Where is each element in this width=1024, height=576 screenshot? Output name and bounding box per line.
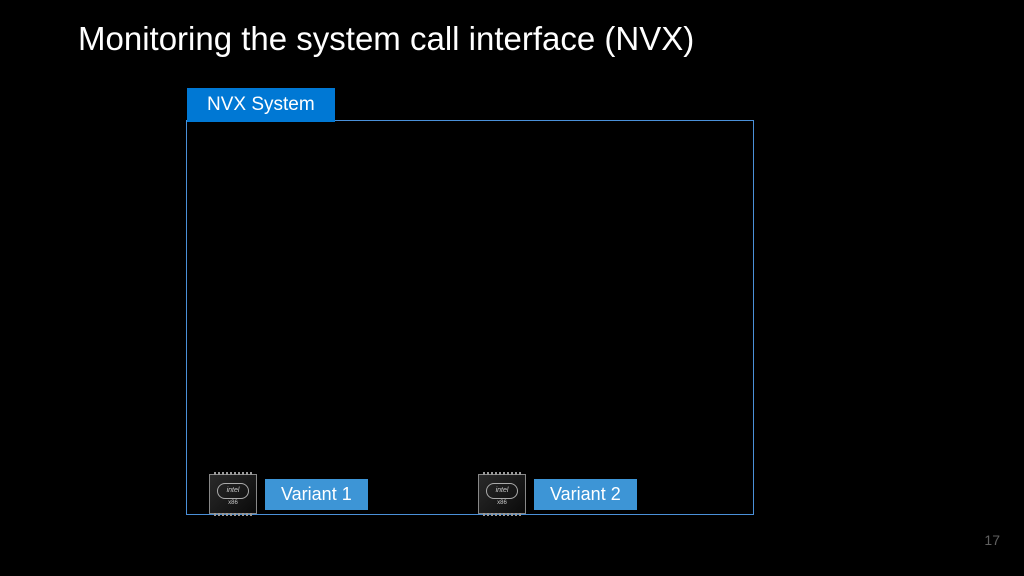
slide-number: 17 (984, 532, 1000, 548)
nvx-system-label: NVX System (187, 88, 335, 122)
variant-group-2: intel x86 Variant 2 (478, 474, 637, 514)
cpu-chip-icon: intel x86 (209, 474, 257, 514)
variant-1-label: Variant 1 (265, 479, 368, 510)
slide-title: Monitoring the system call interface (NV… (78, 20, 694, 58)
cpu-chip-icon: intel x86 (478, 474, 526, 514)
chip-brand-label: intel (217, 483, 249, 499)
chip-arch-label: x86 (497, 500, 507, 506)
chip-arch-label: x86 (228, 500, 238, 506)
chip-brand-label: intel (486, 483, 518, 499)
system-container-box (186, 120, 754, 515)
variant-2-label: Variant 2 (534, 479, 637, 510)
variant-group-1: intel x86 Variant 1 (209, 474, 368, 514)
